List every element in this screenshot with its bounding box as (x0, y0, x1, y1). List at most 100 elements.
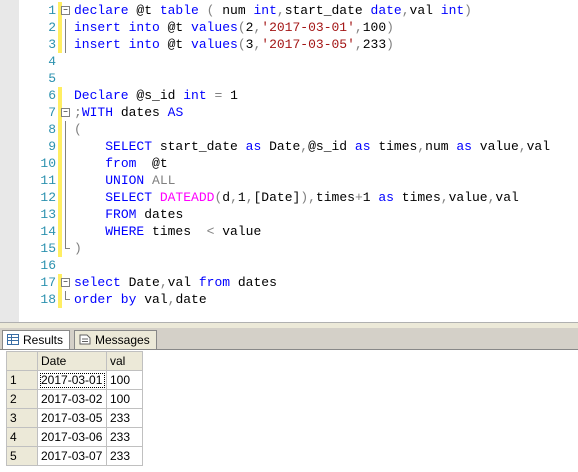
column-header-date[interactable]: Date (37, 351, 107, 371)
code-line[interactable]: 3 insert into @t values(3,'2017-03-05',23… (0, 36, 578, 53)
code-token: 233 (362, 37, 387, 52)
code-token: times (315, 190, 355, 205)
code-line[interactable]: 16 (0, 257, 578, 274)
outline-bar (65, 206, 74, 223)
code-token: , (245, 190, 254, 205)
outline-bar (65, 223, 74, 240)
code-token: , (159, 275, 168, 290)
row-number-cell[interactable]: 4 (6, 427, 38, 447)
code-token: dates (144, 207, 184, 222)
row-number-cell[interactable]: 2 (6, 389, 38, 409)
tab-messages[interactable]: Messages (74, 330, 157, 349)
table-row[interactable]: 4 2017-03-06 233 (6, 427, 143, 447)
change-indicator (58, 223, 62, 240)
code-token: as (354, 139, 379, 154)
column-header-val[interactable]: val (106, 351, 143, 371)
code-token: , (354, 20, 363, 35)
line-number: 10 (40, 156, 56, 171)
code-token: , (230, 190, 238, 205)
code-text: UNION ALL (74, 172, 175, 189)
collapse-toggle-icon[interactable]: − (61, 274, 73, 291)
val-cell[interactable]: 100 (106, 389, 143, 409)
table-row[interactable]: 5 2017-03-07 233 (6, 446, 143, 466)
tab-results-label: Results (23, 333, 64, 347)
code-line[interactable]: 8( (0, 121, 578, 138)
code-line[interactable]: 6 Declare @s_id int = 1 (0, 87, 578, 104)
val-cell[interactable]: 233 (106, 408, 143, 428)
change-indicator (58, 189, 62, 206)
code-token: int (253, 3, 277, 18)
code-text: insert into @t values(2,'2017-03-01',100… (74, 19, 394, 36)
code-token: '2017-03-01' (261, 20, 355, 35)
code-token: AS (167, 105, 184, 120)
code-line[interactable]: 1− declare @t table ( num int,start_date … (0, 2, 578, 19)
code-line[interactable]: 17− select Date,val from dates (0, 274, 578, 291)
date-cell[interactable]: 2017-03-05 (37, 408, 107, 428)
code-token: 1 (237, 190, 246, 205)
table-row[interactable]: 3 2017-03-05 233 (6, 408, 143, 428)
code-token: ) (74, 241, 82, 256)
line-number: 4 (48, 54, 56, 69)
table-row[interactable]: 2 2017-03-02 100 (6, 389, 143, 409)
outline-bar (65, 19, 74, 36)
row-number-cell[interactable]: 5 (6, 446, 38, 466)
code-line[interactable]: 9 SELECT start_date as Date,@s_id as tim… (0, 138, 578, 155)
code-token: as (456, 139, 480, 154)
row-number-cell[interactable]: 1 (6, 370, 38, 390)
change-indicator (58, 19, 62, 36)
code-token: ), (300, 190, 316, 205)
code-line[interactable]: 14 WHERE times < value (0, 223, 578, 240)
code-token: 1 (362, 190, 379, 205)
code-line[interactable]: 13 FROM dates (0, 206, 578, 223)
code-line[interactable]: 5 (0, 70, 578, 87)
collapse-toggle-icon[interactable]: − (61, 104, 73, 121)
outline-bar (65, 138, 74, 155)
date-cell[interactable]: 2017-03-07 (37, 446, 107, 466)
date-cell[interactable]: 2017-03-02 (37, 389, 107, 409)
code-token: Date (269, 139, 301, 154)
table-row[interactable]: 1 2017-03-01 100 (6, 370, 143, 390)
code-token: ( (74, 122, 82, 137)
code-token: Date (128, 275, 160, 290)
grid-header-row: Date val (6, 351, 143, 371)
grid-corner-cell[interactable] (6, 351, 38, 371)
code-line[interactable]: 2 insert into @t values(2,'2017-03-01',10… (0, 19, 578, 36)
code-token: from (105, 156, 153, 171)
code-token: @t (167, 37, 192, 52)
val-cell[interactable]: 233 (106, 446, 143, 466)
code-token: int (183, 88, 215, 103)
messages-icon (79, 334, 91, 345)
change-indicator (58, 206, 62, 223)
code-token: value (479, 139, 519, 154)
date-cell[interactable]: 2017-03-01 (37, 370, 107, 390)
outline-bar (65, 189, 74, 206)
row-number-cell[interactable]: 3 (6, 408, 38, 428)
code-line[interactable]: 11 UNION ALL (0, 172, 578, 189)
line-number: 16 (40, 258, 56, 273)
code-token: [Date] (253, 190, 301, 205)
code-line[interactable]: 12 SELECT DATEADD(d,1,[Date]),times+1 as… (0, 189, 578, 206)
change-indicator (58, 121, 62, 138)
code-line[interactable]: 18 order by val,date (0, 291, 578, 308)
code-line[interactable]: 4 (0, 53, 578, 70)
sql-editor[interactable]: 1− declare @t table ( num int,start_date … (0, 0, 578, 322)
tab-results[interactable]: Results (2, 330, 71, 349)
results-grid[interactable]: Date val 1 2017-03-01 100 2 2017-03-02 100 3 20… (6, 351, 143, 466)
code-line[interactable]: 15) (0, 240, 578, 257)
date-cell[interactable]: 2017-03-06 (37, 427, 107, 447)
code-line[interactable]: 7− ;WITH dates AS (0, 104, 578, 121)
code-text: Declare @s_id int = 1 (74, 87, 238, 104)
code-line[interactable]: 10 from @t (0, 155, 578, 172)
change-indicator (58, 87, 62, 104)
collapse-toggle-icon[interactable]: − (61, 2, 73, 19)
code-token: int (440, 3, 465, 18)
code-text: ;WITH dates AS (74, 104, 183, 121)
val-cell[interactable]: 233 (106, 427, 143, 447)
code-token: val (167, 275, 199, 290)
val-cell[interactable]: 100 (106, 370, 143, 390)
outline-bar (65, 155, 74, 172)
